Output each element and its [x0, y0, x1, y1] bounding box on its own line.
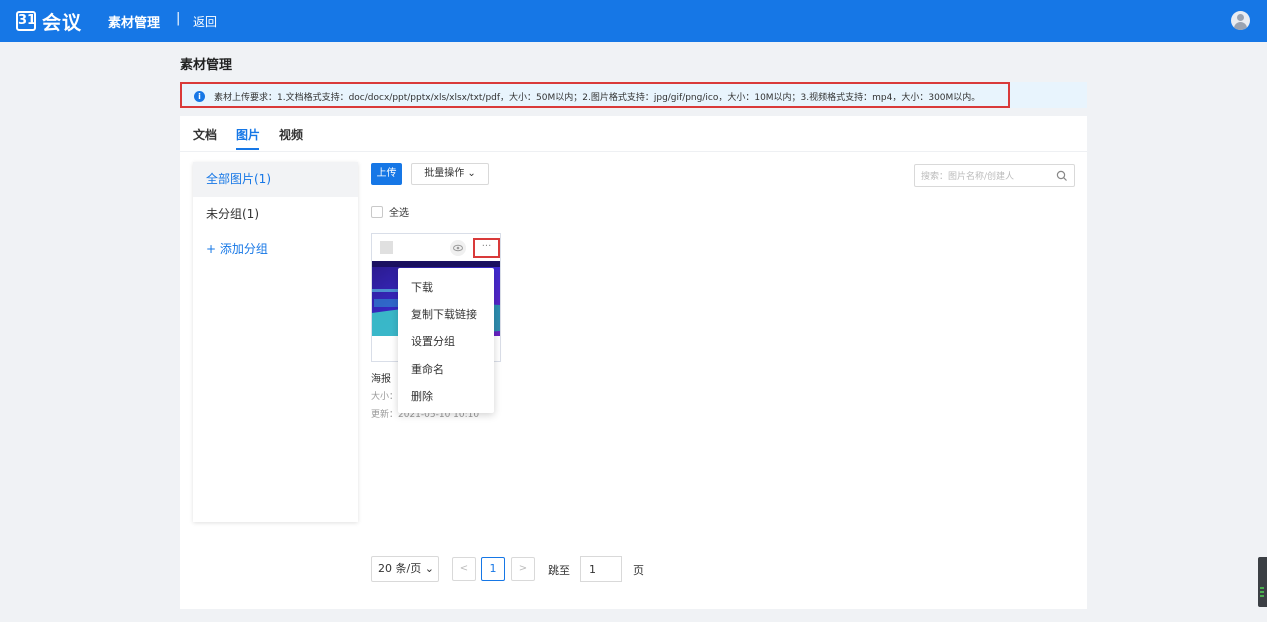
app-title: 素材管理: [108, 16, 161, 31]
upload-button[interactable]: 上传: [371, 163, 402, 185]
title-separator: |: [176, 11, 181, 26]
goto-label: 跳至: [548, 564, 570, 577]
group-sidebar: 全部图片(1) 未分组(1) + 添加分组: [193, 162, 358, 522]
tab-bar: 文档 图片 视频: [180, 116, 1087, 152]
menu-item-rename[interactable]: 重命名: [411, 361, 444, 377]
card-header: ···: [372, 234, 500, 261]
active-tab-indicator: [236, 148, 259, 150]
next-page-button[interactable]: >: [511, 557, 535, 581]
goto-page-input[interactable]: [580, 556, 622, 582]
preview-eye-icon[interactable]: [450, 240, 466, 256]
tab-images[interactable]: 图片: [236, 126, 260, 143]
page-title: 素材管理: [180, 58, 233, 73]
card-size: 大小：: [371, 392, 399, 402]
more-actions-menu: 下载 复制下载链接 设置分组 重命名 删除: [398, 268, 494, 413]
upload-notice: i 素材上传要求：1.文档格式支持：doc/docx/ppt/pptx/xls/…: [180, 82, 1087, 108]
notice-highlight-box: i 素材上传要求：1.文档格式支持：doc/docx/ppt/pptx/xls/…: [180, 82, 1010, 108]
search-input[interactable]: [919, 167, 1053, 186]
select-all-label: 全选: [389, 208, 409, 219]
top-bar: 31 会议 素材管理 | 返回: [0, 0, 1267, 42]
batch-actions-dropdown[interactable]: 批量操作 ⌄: [411, 163, 489, 185]
add-group-button[interactable]: + 添加分组: [193, 232, 358, 267]
menu-item-download[interactable]: 下载: [411, 279, 433, 295]
info-icon: i: [194, 91, 205, 102]
page-number-current[interactable]: 1: [481, 557, 505, 581]
main-panel: 文档 图片 视频 全部图片(1) 未分组(1) + 添加分组 上传 批量操作 ⌄…: [180, 116, 1087, 609]
group-item-ungrouped[interactable]: 未分组(1): [193, 197, 358, 232]
menu-item-delete[interactable]: 删除: [411, 388, 433, 404]
side-floating-widget[interactable]: [1258, 557, 1267, 607]
page-size-select[interactable]: 20 条/页 ⌄: [371, 556, 439, 582]
menu-item-set-group[interactable]: 设置分组: [411, 333, 455, 349]
page-unit-label: 页: [633, 564, 644, 577]
tab-videos[interactable]: 视频: [279, 126, 303, 143]
menu-item-copy-download-link[interactable]: 复制下载链接: [411, 306, 477, 322]
search-icon[interactable]: [1056, 170, 1068, 182]
card-title: 海报: [371, 374, 391, 385]
user-avatar-icon[interactable]: [1231, 11, 1250, 30]
select-all[interactable]: 全选: [371, 204, 409, 219]
more-actions-button[interactable]: ···: [473, 238, 500, 258]
group-item-all[interactable]: 全部图片(1): [193, 162, 358, 197]
tab-documents[interactable]: 文档: [193, 126, 217, 143]
app-logo: 31 会议: [16, 8, 82, 34]
notice-text: 素材上传要求：1.文档格式支持：doc/docx/ppt/pptx/xls/xl…: [214, 93, 981, 103]
logo-mark: 31: [16, 11, 36, 31]
back-link[interactable]: 返回: [193, 13, 217, 30]
search-box: [914, 164, 1075, 187]
prev-page-button[interactable]: <: [452, 557, 476, 581]
logo-text: 会议: [42, 11, 83, 34]
card-checkbox[interactable]: [380, 241, 393, 254]
select-all-checkbox[interactable]: [371, 205, 383, 218]
